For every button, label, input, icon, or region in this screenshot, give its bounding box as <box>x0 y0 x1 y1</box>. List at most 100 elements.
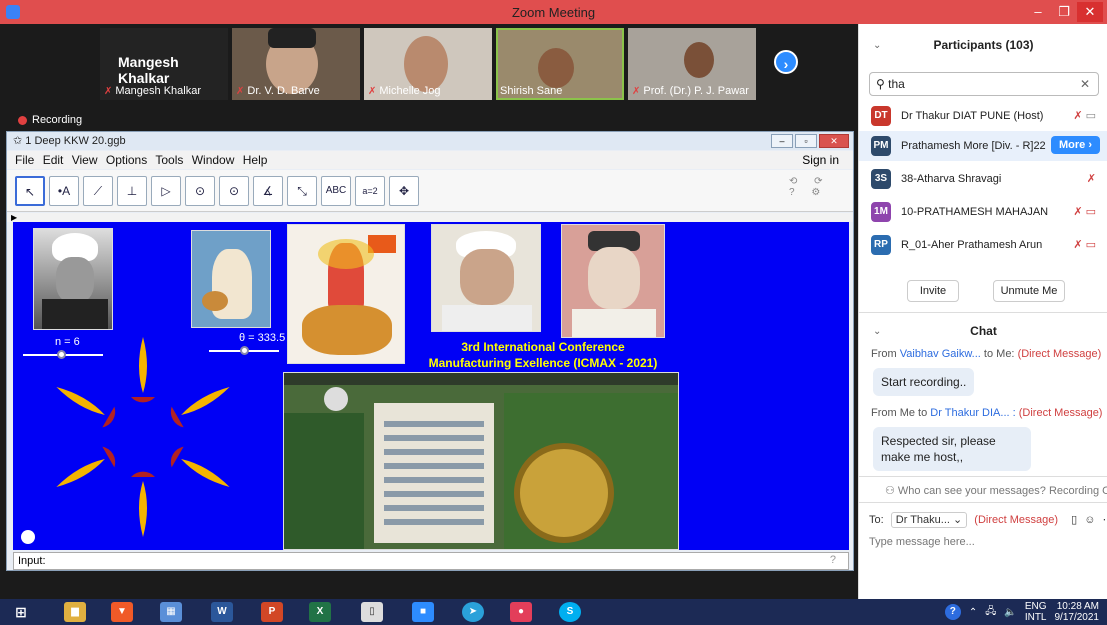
powerpoint-icon[interactable]: P <box>261 602 283 622</box>
close-button[interactable]: ✕ <box>1077 2 1103 22</box>
muted-mic-icon: ✗ <box>368 85 377 97</box>
meeting-area: Mangesh Khalkar ✗ Mangesh Khalkar ✗ Dr. V.… <box>0 24 858 599</box>
conference-title-line1: 3rd International Conference <box>461 340 625 354</box>
circle-tool[interactable]: ⊙ <box>185 176 215 206</box>
portrait-image <box>33 228 113 330</box>
participant-row[interactable]: PM Prathamesh More [Div. - R]22 More › <box>859 131 1107 161</box>
video-tile[interactable]: ✗ Michelle Jog <box>364 28 492 100</box>
menu-view[interactable]: View <box>72 153 98 167</box>
menu-window[interactable]: Window <box>192 153 235 167</box>
more-options-icon[interactable]: ⋯ <box>1103 514 1107 526</box>
undo-icon[interactable]: ⟲ <box>789 176 797 187</box>
excel-icon[interactable]: X <box>309 602 331 622</box>
move-graphics-tool[interactable]: ✥ <box>389 176 419 206</box>
volume-icon[interactable]: 🔈 <box>1004 607 1016 618</box>
angle-tool[interactable]: ∡ <box>253 176 283 206</box>
move-tool[interactable]: ↖ <box>15 176 45 206</box>
emoji-icon[interactable]: ☺ <box>1084 514 1095 526</box>
diya-pattern-drawing <box>56 337 230 537</box>
avatar: 3S <box>871 169 891 189</box>
video-tile[interactable]: ✗ Dr. V. D. Barve <box>232 28 360 100</box>
help-icon[interactable]: ? <box>789 187 795 198</box>
chat-sender-link[interactable]: Vaibhav Gaikw... <box>900 348 981 360</box>
document-icon[interactable]: ▯ <box>361 602 383 622</box>
search-icon: ⚲ <box>876 77 889 91</box>
clear-search-icon[interactable]: ✕ <box>1080 77 1090 91</box>
skype-icon[interactable]: S <box>559 602 581 622</box>
input-bar[interactable]: Input: ? <box>13 552 849 570</box>
recipient-select[interactable]: Dr Thaku... ⌄ <box>890 512 968 528</box>
geogebra-close-button[interactable]: ✕ <box>819 134 849 148</box>
ellipse-tool[interactable]: ⊙ <box>219 176 249 206</box>
recorder-icon[interactable]: ● <box>510 602 532 622</box>
panel-divider <box>859 312 1107 313</box>
geogebra-maximize-button[interactable]: ▫ <box>795 134 817 148</box>
geogebra-file-icon: ✩ <box>13 135 26 147</box>
diya-shape <box>170 387 230 428</box>
menu-file[interactable]: File <box>15 153 34 167</box>
participant-face <box>684 42 714 78</box>
word-icon[interactable]: W <box>211 602 233 622</box>
participant-row[interactable]: 1M 10-PRATHAMESH MAHAJAN ✗ ▭ <box>859 197 1107 227</box>
participant-row[interactable]: DT Dr Thakur DIAT PUNE (Host) ✗ ▭ <box>859 101 1107 131</box>
sign-in-link[interactable]: Sign in <box>802 153 839 167</box>
play-animation-icon[interactable] <box>21 530 35 544</box>
tray-expand-icon[interactable]: ⌃ <box>969 607 977 618</box>
muted-mic-icon: ✗ <box>1086 173 1096 185</box>
file-icon[interactable]: ▯ <box>1071 514 1077 526</box>
chat-recipient-link[interactable]: Dr Thakur DIA... : <box>930 407 1015 419</box>
menu-help[interactable]: Help <box>243 153 268 167</box>
participant-face <box>404 36 448 92</box>
menu-edit[interactable]: Edit <box>43 153 64 167</box>
menu-options[interactable]: Options <box>106 153 147 167</box>
next-video-page-button[interactable]: › <box>774 50 798 74</box>
zoom-icon[interactable]: ■ <box>412 602 434 622</box>
line-tool[interactable]: ⟋ <box>83 176 113 206</box>
slider-theta-handle[interactable] <box>240 346 249 355</box>
brave-browser-icon[interactable]: ▼ <box>111 602 133 622</box>
maximize-button[interactable]: ❐ <box>1051 2 1077 22</box>
graphics-view[interactable]: n = 6 θ = 333.5 3rd International Confer… <box>13 222 849 550</box>
panel-divider <box>859 476 1107 477</box>
video-tile[interactable]: Shirish Sane <box>496 28 624 100</box>
file-explorer-icon[interactable]: ▆ <box>64 602 86 622</box>
help-icon[interactable]: ? <box>944 604 961 620</box>
slider-tool[interactable]: a=2 <box>355 176 385 206</box>
muted-mic-icon: ✗ <box>236 85 245 97</box>
input-help-icon[interactable]: ? <box>830 554 836 566</box>
chat-message-input[interactable]: Type message here... <box>869 536 975 548</box>
diya-shape <box>56 387 116 428</box>
participant-name: R_01-Aher Prathamesh Arun <box>901 239 1043 251</box>
reflect-tool[interactable]: ⤡ <box>287 176 317 206</box>
menu-tools[interactable]: Tools <box>155 153 183 167</box>
participant-name: Dr Thakur DIAT PUNE (Host) <box>901 110 1044 122</box>
windows-taskbar: ⊞ ▆ ▼ ▦ W P X ▯ ■ ➤ ● S ? ⌃ 🖧 🔈 ENG INTL … <box>0 599 1107 625</box>
geogebra-minimize-button[interactable]: – <box>771 134 793 148</box>
invite-button[interactable]: Invite <box>907 280 959 302</box>
participant-face <box>538 48 574 88</box>
text-tool[interactable]: ABC <box>321 176 351 206</box>
unmute-me-button[interactable]: Unmute Me <box>993 280 1065 302</box>
video-tile[interactable]: ✗ Prof. (Dr.) P. J. Pawar <box>628 28 756 100</box>
start-icon[interactable]: ⊞ <box>10 602 32 622</box>
participant-row[interactable]: 3S 38-Atharva Shravagi ✗ <box>859 164 1107 194</box>
calculator-icon[interactable]: ▦ <box>160 602 182 622</box>
telegram-icon[interactable]: ➤ <box>462 602 484 622</box>
point-tool[interactable]: •A <box>49 176 79 206</box>
video-tile[interactable]: Mangesh Khalkar ✗ Mangesh Khalkar <box>100 28 228 100</box>
perpendicular-tool[interactable]: ⊥ <box>117 176 147 206</box>
clock[interactable]: 10:28 AM 9/17/2021 <box>1055 601 1100 623</box>
participant-search-input[interactable]: ⚲ tha ✕ <box>869 72 1099 96</box>
toolbar-expand-arrow-icon[interactable]: ▶ <box>7 213 853 222</box>
polygon-tool[interactable]: ▷ <box>151 176 181 206</box>
settings-gear-icon[interactable]: ⚙ <box>811 187 820 198</box>
avatar: RP <box>871 235 891 255</box>
more-button[interactable]: More › <box>1051 136 1100 154</box>
who-can-see-link[interactable]: ⚇ Who can see your messages? Recording O… <box>885 484 1107 497</box>
redo-icon[interactable]: ⟳ <box>814 176 822 187</box>
language-indicator[interactable]: ENG INTL <box>1025 601 1047 623</box>
network-icon[interactable]: 🖧 <box>985 604 996 621</box>
participant-row[interactable]: RP R_01-Aher Prathamesh Arun ✗ ▭ <box>859 230 1107 260</box>
goddess-saraswati-image <box>191 230 271 328</box>
minimize-button[interactable]: – <box>1025 2 1051 22</box>
